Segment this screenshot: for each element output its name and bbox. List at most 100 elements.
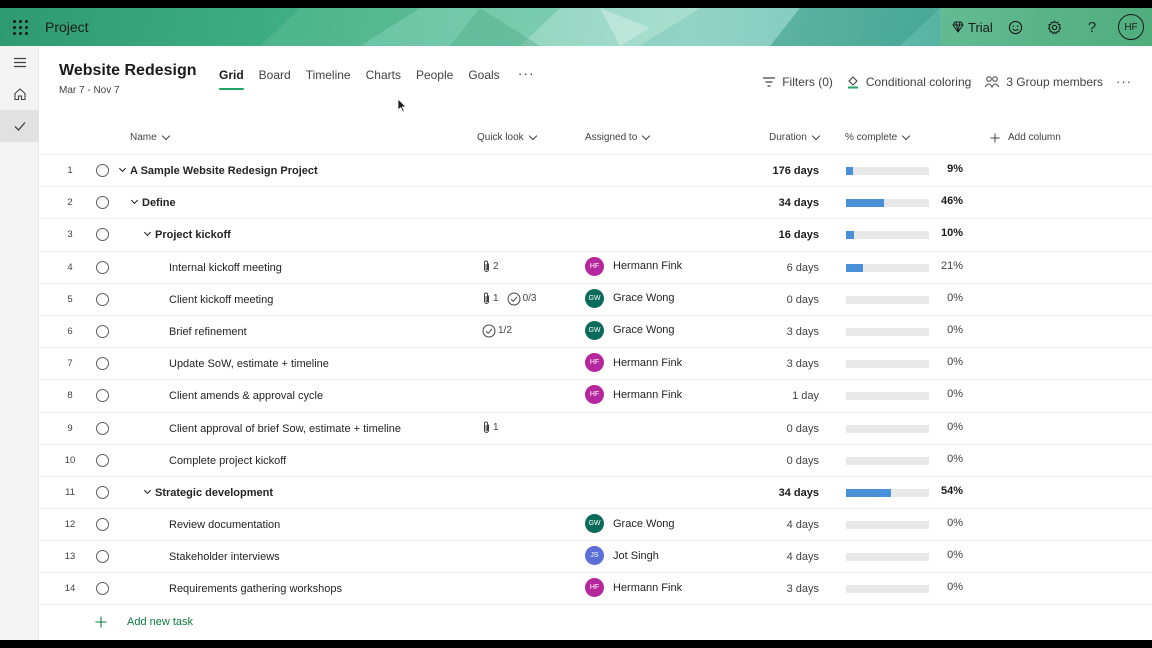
- complete-task-checkbox[interactable]: [96, 196, 109, 210]
- add-new-task-button[interactable]: Add new task: [95, 616, 193, 628]
- percent-complete[interactable]: 10%: [941, 227, 963, 239]
- collapse-chevron-icon[interactable]: [130, 197, 139, 205]
- complete-task-checkbox[interactable]: [96, 453, 109, 467]
- more-options-button[interactable]: ···: [1116, 74, 1132, 89]
- task-row[interactable]: 1 A Sample Website Redesign Project 176 da…: [40, 154, 1152, 186]
- complete-task-checkbox[interactable]: [96, 421, 109, 435]
- complete-task-checkbox[interactable]: [96, 389, 109, 403]
- tab-grid[interactable]: Grid: [219, 68, 244, 90]
- tab-board[interactable]: Board: [259, 68, 291, 90]
- complete-task-checkbox[interactable]: [96, 550, 109, 564]
- collapse-chevron-icon[interactable]: [118, 164, 127, 173]
- tab-timeline[interactable]: Timeline: [306, 68, 351, 90]
- assignee[interactable]: GW Grace Wong: [585, 288, 675, 308]
- percent-complete[interactable]: 0%: [947, 549, 963, 561]
- task-row[interactable]: 8 Client amends & approval cycle HF Hermann…: [40, 379, 1152, 411]
- task-row[interactable]: 6 Brief refinement 1/2 GW Grace Wong 3 days 0%: [40, 314, 1152, 347]
- task-name[interactable]: Project kickoff: [143, 229, 231, 241]
- task-duration[interactable]: 0 days: [787, 423, 819, 435]
- task-duration[interactable]: 176 days: [773, 165, 819, 177]
- percent-complete[interactable]: 0%: [947, 517, 963, 529]
- task-duration[interactable]: 0 days: [787, 294, 819, 306]
- task-duration[interactable]: 34 days: [779, 197, 819, 209]
- task-duration[interactable]: 34 days: [779, 487, 819, 499]
- smiley-icon[interactable]: [1005, 17, 1025, 37]
- task-name[interactable]: A Sample Website Redesign Project: [118, 164, 318, 177]
- conditional-coloring-button[interactable]: Conditional coloring: [846, 75, 971, 89]
- user-avatar[interactable]: HF: [1118, 14, 1144, 40]
- task-duration[interactable]: 3 days: [787, 326, 819, 338]
- percent-complete[interactable]: 54%: [941, 485, 963, 497]
- task-row[interactable]: 13 Stakeholder interviews JS Jot Singh 4 day…: [40, 540, 1152, 572]
- percent-complete[interactable]: 0%: [947, 356, 963, 368]
- task-name[interactable]: Client amends & approval cycle: [169, 390, 323, 402]
- project-title[interactable]: Website Redesign: [59, 62, 197, 80]
- tab-goals[interactable]: Goals: [468, 68, 499, 90]
- complete-task-checkbox[interactable]: [96, 260, 109, 274]
- percent-complete[interactable]: 0%: [947, 388, 963, 400]
- task-duration[interactable]: 0 days: [787, 455, 819, 467]
- percent-complete[interactable]: 9%: [947, 163, 963, 175]
- task-duration[interactable]: 16 days: [779, 229, 819, 241]
- percent-complete[interactable]: 0%: [947, 581, 963, 593]
- complete-task-checkbox[interactable]: [96, 485, 109, 499]
- task-row[interactable]: 12 Review documentation GW Grace Wong 4 days…: [40, 508, 1152, 540]
- task-name[interactable]: Complete project kickoff: [169, 455, 286, 467]
- assignee[interactable]: JS Jot Singh: [585, 546, 659, 566]
- task-row[interactable]: 4 Internal kickoff meeting 2 HF Hermann Fink…: [40, 250, 1152, 283]
- column-header-duration[interactable]: Duration: [769, 131, 821, 143]
- waffle-icon[interactable]: [8, 14, 32, 40]
- task-duration[interactable]: 6 days: [787, 262, 819, 274]
- task-duration[interactable]: 4 days: [787, 519, 819, 531]
- filters-button[interactable]: Filters (0): [762, 75, 833, 89]
- collapse-chevron-icon[interactable]: [143, 486, 152, 494]
- task-name[interactable]: Define: [130, 197, 176, 209]
- task-name[interactable]: Review documentation: [169, 519, 280, 531]
- percent-complete[interactable]: 0%: [947, 292, 963, 304]
- assignee[interactable]: HF Hermann Fink: [585, 353, 682, 373]
- checkmark-icon[interactable]: [0, 110, 39, 142]
- app-title[interactable]: Project: [45, 19, 89, 35]
- task-name[interactable]: Client approval of brief Sow, estimate +…: [169, 423, 401, 435]
- collapse-chevron-icon[interactable]: [143, 229, 152, 237]
- complete-task-checkbox[interactable]: [96, 518, 109, 532]
- gear-icon[interactable]: [1044, 17, 1064, 37]
- complete-task-checkbox[interactable]: [96, 164, 109, 177]
- hamburger-icon[interactable]: [0, 46, 39, 78]
- help-icon[interactable]: ?: [1082, 17, 1102, 37]
- assignee[interactable]: HF Hermann Fink: [585, 385, 682, 405]
- task-row[interactable]: 14 Requirements gathering workshops HF Herm…: [40, 572, 1152, 605]
- task-name[interactable]: Strategic development: [143, 486, 273, 499]
- percent-complete[interactable]: 0%: [947, 453, 963, 465]
- task-name[interactable]: Brief refinement: [169, 326, 247, 338]
- more-tabs-button[interactable]: ···: [518, 66, 535, 90]
- task-row[interactable]: 3 Project kickoff 16 days 10%: [40, 218, 1152, 250]
- home-icon[interactable]: [0, 78, 39, 110]
- quick-look[interactable]: 2: [482, 260, 505, 273]
- task-row[interactable]: 7 Update SoW, estimate + timeline HF Herman…: [40, 347, 1152, 379]
- percent-complete[interactable]: 0%: [947, 324, 963, 336]
- task-row[interactable]: 10 Complete project kickoff 0 days 0%: [40, 443, 1152, 476]
- tab-charts[interactable]: Charts: [366, 68, 401, 90]
- assignee[interactable]: GW Grace Wong: [585, 320, 675, 340]
- complete-task-checkbox[interactable]: [96, 357, 109, 371]
- percent-complete[interactable]: 46%: [941, 195, 963, 207]
- task-name[interactable]: Client kickoff meeting: [169, 294, 273, 306]
- percent-complete[interactable]: 21%: [941, 260, 963, 272]
- tab-people[interactable]: People: [416, 68, 453, 90]
- column-header-quick-look[interactable]: Quick look: [477, 131, 537, 143]
- assignee[interactable]: HF Hermann Fink: [585, 578, 682, 598]
- column-header-percent[interactable]: % complete: [845, 131, 911, 143]
- trial-button[interactable]: Trial: [952, 20, 993, 35]
- column-header-name[interactable]: Name: [130, 131, 170, 143]
- quick-look[interactable]: 1/2: [482, 324, 518, 338]
- task-name[interactable]: Update SoW, estimate + timeline: [169, 358, 329, 370]
- column-header-assigned[interactable]: Assigned to: [585, 131, 651, 143]
- complete-task-checkbox[interactable]: [96, 292, 109, 306]
- task-row[interactable]: 5 Client kickoff meeting 1 0/3 GW Grace Wong 0…: [40, 282, 1152, 315]
- add-column-button[interactable]: Add column: [990, 132, 1061, 143]
- group-members-button[interactable]: 3 Group members: [984, 75, 1103, 89]
- task-name[interactable]: Requirements gathering workshops: [169, 583, 342, 595]
- percent-complete[interactable]: 0%: [947, 421, 963, 433]
- complete-task-checkbox[interactable]: [96, 324, 109, 338]
